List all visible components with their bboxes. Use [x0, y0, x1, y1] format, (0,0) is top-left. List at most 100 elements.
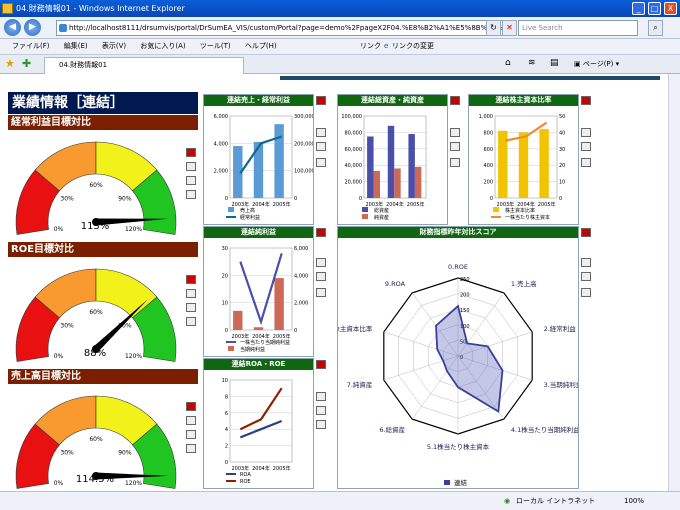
page-menu[interactable]: ▣ ページ(P) ▾ — [574, 59, 619, 69]
links-change[interactable]: リンクの変更 — [392, 39, 434, 54]
gauge-value: 88% — [83, 348, 107, 359]
gauge-tick-label: 30% — [60, 195, 74, 202]
export-icon[interactable] — [581, 272, 591, 281]
y-tick-label: 60,000 — [345, 147, 363, 153]
settings-icon[interactable] — [316, 420, 326, 429]
window-title: 04.財務情報01 - Windows Internet Explorer — [16, 4, 185, 13]
gauge-title-roe: ROE目標対比 — [8, 242, 198, 257]
expand-icon[interactable] — [581, 228, 591, 237]
radar-tick-label: 250 — [460, 277, 470, 283]
favorites-star-icon[interactable]: ★ — [5, 57, 15, 70]
back-button[interactable]: ◀ — [4, 19, 21, 36]
print-icon[interactable]: ▤ — [550, 58, 559, 68]
export-icon[interactable] — [186, 303, 196, 312]
menu-view[interactable]: 表示(V) — [102, 42, 126, 50]
y2-tick-label: 40 — [559, 130, 565, 136]
settings-icon[interactable] — [316, 158, 326, 167]
settings-icon[interactable] — [450, 158, 460, 167]
address-bar: ◀ ▶ http://localhost8111/drsumvis/portal… — [0, 17, 680, 39]
bar-当期純利益 — [253, 327, 264, 330]
export-icon[interactable] — [316, 142, 326, 151]
expand-icon[interactable] — [450, 96, 460, 105]
table-view-icon[interactable] — [316, 392, 326, 401]
gauge-tick-label: 90% — [118, 195, 132, 202]
bar-総資産 — [387, 125, 395, 198]
y2-tick-label: 4,000 — [294, 273, 308, 279]
expand-icon[interactable] — [186, 275, 196, 284]
radar-axis-label: 2.経常利益 — [544, 324, 577, 333]
x-tick-label: 2004年 — [252, 333, 270, 340]
gauge-tick-label: 30% — [60, 449, 74, 456]
table-view-icon[interactable] — [316, 128, 326, 137]
home-icon[interactable]: ⌂ — [505, 58, 511, 68]
chart-panel-radar: 財務指標昨年対比スコア 0.ROE 1.売上高 2.経常利益 3.当期純利益 4.1株当… — [327, 226, 583, 489]
chart-panel-assets: 連結総資産・純資産 0 20,000 40,000 60,000 80,000 100,0… — [337, 94, 448, 225]
y2-tick-label: 10 — [559, 180, 565, 186]
stop-icon[interactable]: ✕ — [502, 20, 517, 36]
refresh-icon[interactable]: ↻ — [486, 20, 501, 36]
table-view-icon[interactable] — [186, 289, 196, 298]
export-icon[interactable] — [450, 142, 460, 151]
table-view-icon[interactable] — [316, 258, 326, 267]
tab-label: 04.財務情報01 — [59, 61, 108, 69]
menu-edit[interactable]: 編集(E) — [64, 42, 88, 50]
top-stripe — [280, 76, 660, 80]
vertical-scrollbar[interactable] — [668, 74, 680, 491]
minimize-button[interactable]: _ — [632, 2, 645, 15]
settings-icon[interactable] — [581, 288, 591, 297]
gauge-title-sales: 売上高目標対比 — [8, 369, 198, 384]
search-icon[interactable]: ⌕ — [648, 20, 663, 36]
expand-icon[interactable] — [316, 360, 326, 369]
settings-icon[interactable] — [186, 317, 196, 326]
settings-icon[interactable] — [581, 158, 591, 167]
expand-icon[interactable] — [186, 148, 196, 157]
expand-icon[interactable] — [316, 96, 326, 105]
gauge-title-ordinary-profit: 経常利益目標対比 — [8, 115, 198, 130]
expand-icon[interactable] — [316, 228, 326, 237]
menu-file[interactable]: ファイル(F) — [12, 42, 50, 50]
settings-icon[interactable] — [186, 190, 196, 199]
url-text: http://localhost8111/drsumvis/portal/DrS… — [69, 24, 503, 32]
search-input[interactable]: Live Search — [518, 20, 638, 36]
url-input[interactable]: http://localhost8111/drsumvis/portal/DrS… — [56, 20, 504, 36]
export-icon[interactable] — [186, 430, 196, 439]
add-favorite-icon[interactable]: ✚ — [22, 57, 31, 70]
y2-tick-label: 100,000 — [294, 169, 313, 175]
forward-button[interactable]: ▶ — [24, 19, 41, 36]
menu-favorites[interactable]: お気に入り(A) — [140, 42, 185, 50]
table-view-icon[interactable] — [450, 128, 460, 137]
y-tick-label: 0 — [225, 460, 228, 466]
zoom-level[interactable]: 100% — [624, 492, 644, 510]
legend-swatch — [493, 207, 499, 212]
tab-finance[interactable]: 04.財務情報01 — [44, 57, 244, 74]
close-button[interactable]: X — [664, 2, 677, 15]
maximize-button[interactable]: □ — [648, 2, 661, 15]
radar-series-連結 — [435, 304, 504, 414]
export-icon[interactable] — [316, 406, 326, 415]
table-view-icon[interactable] — [186, 162, 196, 171]
x-tick-label: 2004年 — [252, 201, 270, 208]
y2-tick-label: 300,000 — [294, 114, 313, 120]
legend-label: 一株当たり当期純利益 — [240, 339, 290, 346]
menu-tools[interactable]: ツール(T) — [200, 42, 231, 50]
x-tick-label: 2004年 — [517, 201, 535, 208]
chart-title: 連結総資産・純資産 — [338, 95, 447, 106]
export-icon[interactable] — [316, 272, 326, 281]
y-tick-label: 2 — [225, 444, 228, 450]
expand-icon[interactable] — [186, 402, 196, 411]
settings-icon[interactable] — [316, 288, 326, 297]
menu-bar: ファイル(F) 編集(E) 表示(V) お気に入り(A) ツール(T) ヘルプ(… — [0, 39, 680, 55]
chart-title: 連結ROA・ROE — [204, 359, 313, 370]
export-icon[interactable] — [186, 176, 196, 185]
menu-help[interactable]: ヘルプ(H) — [245, 42, 277, 50]
settings-icon[interactable] — [186, 444, 196, 453]
expand-icon[interactable] — [581, 96, 591, 105]
radar-tick-label: 200 — [460, 293, 470, 299]
table-view-icon[interactable] — [186, 416, 196, 425]
page-menu-label: ページ(P) — [582, 60, 614, 68]
feeds-icon[interactable]: ≋ — [528, 58, 536, 68]
y-tick-label: 40,000 — [345, 163, 363, 169]
export-icon[interactable] — [581, 142, 591, 151]
table-view-icon[interactable] — [581, 128, 591, 137]
table-view-icon[interactable] — [581, 258, 591, 267]
